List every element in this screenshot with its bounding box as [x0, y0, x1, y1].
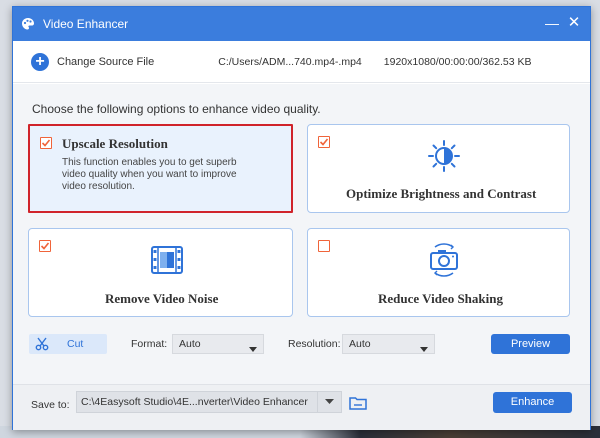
shaking-title: Reduce Video Shaking — [378, 291, 503, 306]
noise-checkbox[interactable] — [39, 240, 51, 252]
open-folder-icon[interactable] — [349, 396, 367, 413]
close-button[interactable]: ✕ — [566, 15, 582, 31]
brightness-checkbox[interactable] — [318, 136, 330, 148]
cut-label: Cut — [67, 338, 84, 350]
option-remove-noise[interactable]: Remove Video Noise — [28, 228, 293, 317]
camera-stabilize-icon — [426, 243, 462, 280]
window-title: Video Enhancer — [43, 17, 129, 31]
resolution-select[interactable]: Auto — [342, 334, 435, 354]
cut-button[interactable]: Cut — [29, 334, 107, 354]
upscale-description: This function enables you to get superb … — [62, 157, 237, 192]
resolution-value: Auto — [349, 338, 371, 350]
scissors-icon — [35, 337, 49, 351]
title-bar: Video Enhancer — ✕ — [13, 7, 590, 41]
brightness-title: Optimize Brightness and Contrast — [346, 186, 537, 201]
enhance-button[interactable]: Enhance — [493, 392, 572, 413]
tools-row: Cut Format: Auto Resolution: Auto Previe… — [13, 334, 590, 360]
upscale-title: Upscale Resolution — [62, 136, 168, 151]
source-file-meta: 1920x1080/00:00:00/362.53 KB — [383, 55, 532, 68]
preview-button[interactable]: Preview — [491, 334, 570, 354]
save-path-value: C:\4Easysoft Studio\4E...nverter\Video E… — [81, 396, 308, 408]
source-file-path: C:/Users/ADM...740.mp4-.mp4 — [218, 55, 362, 68]
upscale-checkbox[interactable] — [40, 137, 52, 149]
format-value: Auto — [179, 338, 201, 350]
save-path-dropdown[interactable] — [317, 392, 341, 412]
option-upscale-resolution[interactable]: Upscale Resolution This function enables… — [28, 124, 293, 213]
footer-bar: Save to: C:\4Easysoft Studio\4E...nverte… — [13, 384, 590, 430]
video-enhancer-window: Video Enhancer — ✕ + Change Source File … — [12, 6, 591, 430]
option-reduce-shaking[interactable]: Reduce Video Shaking — [307, 228, 570, 317]
plus-circle-icon[interactable]: + — [31, 52, 49, 71]
minimize-button[interactable]: — — [544, 15, 560, 31]
change-source-button[interactable]: Change Source File — [57, 56, 154, 68]
enhance-options-panel: Choose the following options to enhance … — [13, 84, 590, 384]
format-select[interactable]: Auto — [172, 334, 264, 354]
shaking-checkbox[interactable] — [318, 240, 330, 252]
resolution-label: Resolution: — [288, 338, 341, 350]
save-to-label: Save to: — [31, 399, 70, 411]
palette-icon — [21, 17, 35, 31]
instruction-text: Choose the following options to enhance … — [32, 102, 321, 116]
chevron-down-icon — [249, 341, 257, 359]
save-path-field[interactable]: C:\4Easysoft Studio\4E...nverter\Video E… — [76, 391, 342, 413]
chevron-down-icon — [420, 341, 428, 359]
source-bar: + Change Source File C:/Users/ADM...740.… — [13, 41, 590, 83]
film-noise-icon — [150, 245, 184, 278]
noise-title: Remove Video Noise — [105, 291, 219, 306]
brightness-icon — [427, 139, 461, 176]
option-optimize-brightness[interactable]: Optimize Brightness and Contrast — [307, 124, 570, 213]
format-label: Format: — [131, 338, 168, 350]
